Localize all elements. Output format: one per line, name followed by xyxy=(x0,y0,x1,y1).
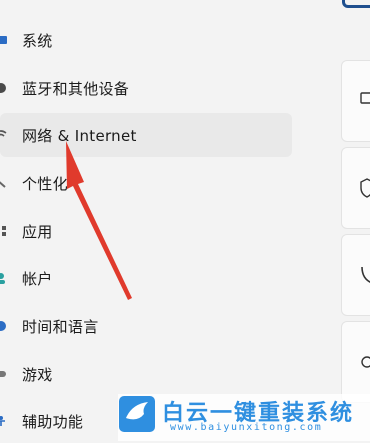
sidebar-item-label: 应用 xyxy=(22,222,53,241)
monitor-icon xyxy=(0,33,8,47)
gamepad-icon xyxy=(0,367,8,381)
settings-sidebar: 系统 蓝牙和其他设备 网络 & Internet 个性化 应用 帐户 时间和语言… xyxy=(0,0,300,441)
sidebar-item-label: 个性化 xyxy=(22,174,68,193)
phone-icon xyxy=(360,265,370,285)
content-panel xyxy=(300,0,370,441)
setting-card[interactable] xyxy=(341,60,370,142)
apps-icon xyxy=(0,224,8,238)
bird-logo-icon xyxy=(118,394,158,434)
setting-card[interactable] xyxy=(341,321,370,403)
watermark-url: www.baiyunxitong.com xyxy=(170,422,323,433)
setting-card[interactable] xyxy=(341,234,370,316)
network-icon xyxy=(0,128,8,142)
shield-icon xyxy=(360,178,370,198)
watermark: 白云一键重装系统 www.baiyunxitong.com xyxy=(118,394,370,441)
sidebar-item-gaming[interactable]: 游戏 xyxy=(0,352,292,396)
sidebar-item-label: 时间和语言 xyxy=(22,317,99,336)
sidebar-item-system[interactable]: 系统 xyxy=(0,18,292,62)
sidebar-item-network[interactable]: 网络 & Internet xyxy=(0,113,292,157)
bluetooth-icon xyxy=(0,81,8,95)
sidebar-item-label: 帐户 xyxy=(22,269,53,288)
sidebar-item-label: 蓝牙和其他设备 xyxy=(22,79,130,98)
proxy-icon xyxy=(360,352,370,372)
sidebar-item-apps[interactable]: 应用 xyxy=(0,209,292,253)
sidebar-item-personalization[interactable]: 个性化 xyxy=(0,161,292,205)
sidebar-item-label: 系统 xyxy=(22,31,53,50)
sidebar-item-label: 网络 & Internet xyxy=(22,126,137,145)
sidebar-item-time-language[interactable]: 时间和语言 xyxy=(0,304,292,348)
sidebar-item-accounts[interactable]: 帐户 xyxy=(0,256,292,300)
setting-card[interactable] xyxy=(341,147,370,229)
brush-icon xyxy=(0,176,8,190)
sidebar-item-label: 辅助功能 xyxy=(22,412,84,431)
account-icon xyxy=(0,271,8,285)
monitor-icon xyxy=(360,91,370,111)
sidebar-item-bluetooth[interactable]: 蓝牙和其他设备 xyxy=(0,66,292,110)
globe-clock-icon xyxy=(0,319,8,333)
sidebar-item-label: 游戏 xyxy=(22,365,53,384)
accessibility-icon xyxy=(0,414,8,428)
